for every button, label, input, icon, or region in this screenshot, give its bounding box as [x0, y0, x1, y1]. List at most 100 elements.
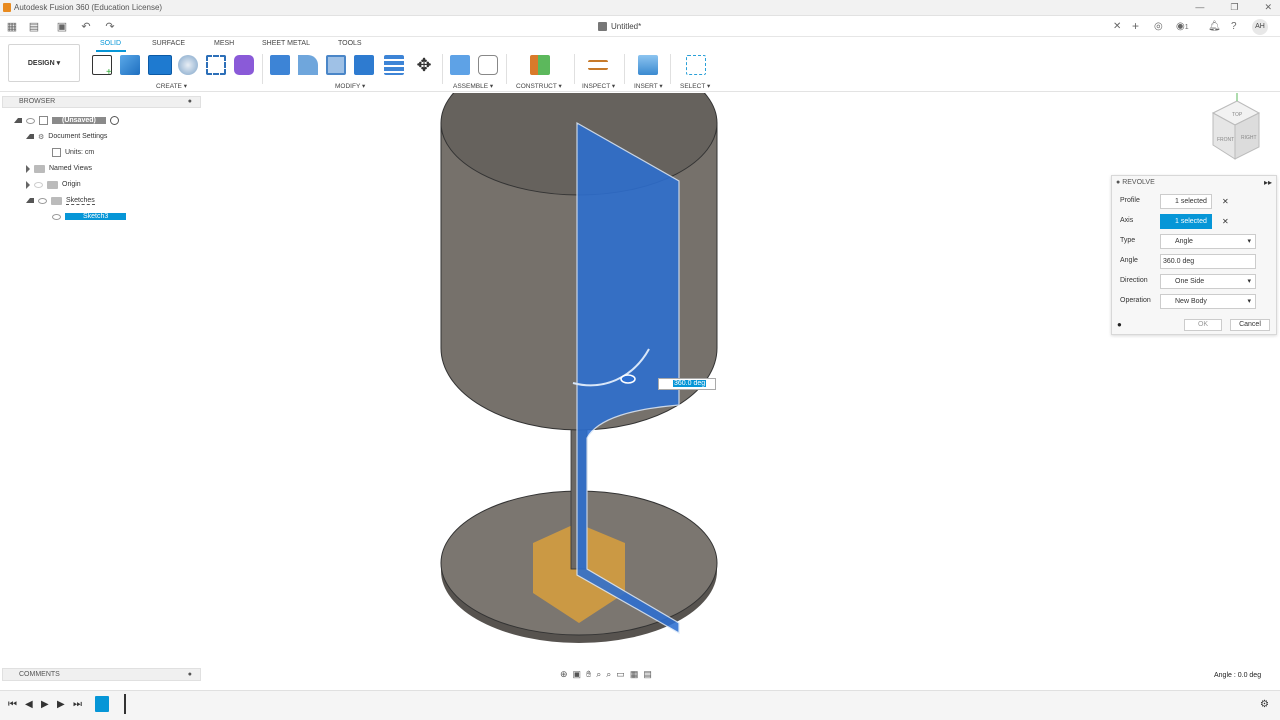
notifications-icon[interactable]: 🔔︎	[1208, 21, 1221, 32]
step-back-icon[interactable]: ◀︎	[25, 699, 33, 710]
close-tab-icon[interactable]: ✕	[1113, 21, 1121, 32]
extensions-icon[interactable]: ◎	[1154, 21, 1163, 32]
info-icon[interactable]: ●	[1117, 320, 1122, 329]
collapse-icon[interactable]	[14, 118, 22, 123]
activate-radio-icon[interactable]	[109, 116, 119, 125]
play-icon[interactable]: ▶︎	[41, 699, 49, 710]
browser-item-root[interactable]: (Unsaved)	[14, 114, 119, 127]
undo-icon[interactable]: ↶	[80, 21, 92, 33]
step-forward-icon[interactable]: ▶︎	[57, 699, 65, 710]
go-to-end-icon[interactable]: ⏭	[73, 699, 82, 710]
measure-icon[interactable]	[588, 60, 608, 70]
press-pull-icon[interactable]	[270, 55, 290, 75]
angle-input[interactable]: 360.0 deg	[1160, 254, 1256, 269]
expand-icon[interactable]	[26, 180, 30, 189]
visibility-eye-icon[interactable]	[38, 197, 47, 204]
browser-pin-icon[interactable]: ●	[188, 97, 192, 107]
construct-group-label[interactable]: CONSTRUCT ▾	[516, 82, 562, 90]
move-icon[interactable]: ✥	[414, 55, 434, 75]
redo-icon[interactable]: ↷	[104, 21, 116, 33]
offset-face-icon[interactable]	[384, 55, 404, 75]
inspect-group-label[interactable]: INSPECT ▾	[582, 82, 615, 90]
fillet-icon[interactable]	[298, 55, 318, 75]
profile-selector[interactable]: 1 selected	[1160, 194, 1212, 209]
select-box-icon[interactable]	[686, 55, 706, 75]
restore-icon[interactable]: ❐	[1230, 2, 1238, 13]
look-at-icon[interactable]: ▣	[573, 669, 582, 683]
new-component-icon[interactable]	[450, 55, 470, 75]
select-group-label[interactable]: SELECT ▾	[680, 82, 710, 90]
save-icon[interactable]: ▣	[56, 21, 68, 33]
assemble-group-label[interactable]: ASSEMBLE ▾	[453, 82, 493, 90]
tab-surface[interactable]: SURFACE	[152, 40, 185, 47]
clear-profile-icon[interactable]: ✕	[1222, 197, 1229, 206]
file-icon[interactable]: ▤	[28, 21, 40, 33]
browser-item-sketches[interactable]: Sketches	[26, 194, 95, 207]
pattern-icon[interactable]	[206, 55, 226, 75]
help-icon[interactable]: ?	[1231, 21, 1237, 32]
hidden-eye-icon[interactable]	[34, 181, 43, 188]
create-group-label[interactable]: CREATE ▾	[156, 82, 187, 90]
tab-sheet-metal[interactable]: SHEET METAL	[262, 40, 310, 47]
extrude-icon[interactable]	[120, 55, 140, 75]
timeline-sketch-item[interactable]	[95, 696, 109, 712]
insert-image-icon[interactable]	[638, 55, 658, 75]
combine-icon[interactable]	[354, 55, 374, 75]
collapse-icon[interactable]	[26, 198, 34, 203]
clear-axis-icon[interactable]: ✕	[1222, 217, 1229, 226]
collapse-icon[interactable]	[26, 134, 34, 139]
zoom-icon[interactable]: ⌕	[596, 669, 601, 683]
visibility-eye-icon[interactable]	[26, 117, 35, 124]
close-window-icon[interactable]: ✕	[1264, 2, 1272, 13]
document-tab[interactable]: Untitled*	[598, 22, 641, 31]
go-to-start-icon[interactable]: ⏮	[8, 699, 17, 710]
browser-header[interactable]: BROWSER ●	[2, 96, 201, 108]
pan-icon[interactable]: ✋︎	[586, 669, 591, 683]
create-sketch-icon[interactable]: +	[92, 55, 112, 78]
display-settings-icon[interactable]: ▭	[616, 669, 625, 683]
expand-dialog-icon[interactable]: ▸▸	[1264, 178, 1272, 187]
browser-title: BROWSER	[19, 98, 56, 105]
workspace-switcher[interactable]: DESIGN ▾	[8, 44, 80, 82]
ok-button[interactable]: OK	[1184, 319, 1222, 331]
job-status-icon[interactable]: ◉1	[1176, 21, 1189, 32]
insert-group-label[interactable]: INSERT ▾	[634, 82, 663, 90]
angle-dimension-input[interactable]: 360.0 deg	[658, 378, 716, 390]
tab-tools[interactable]: TOOLS	[338, 40, 362, 47]
fit-icon[interactable]: ⌕	[606, 669, 611, 683]
new-tab-icon[interactable]: +	[1132, 19, 1139, 33]
orbit-icon[interactable]: ⊕	[560, 669, 568, 683]
browser-item-origin[interactable]: Origin	[26, 178, 81, 191]
viewports-icon[interactable]: ▤	[643, 669, 652, 683]
tab-solid[interactable]: SOLID	[100, 40, 121, 47]
browser-item-sketch3[interactable]: Sketch3	[52, 210, 127, 223]
comments-panel[interactable]: COMMENTS ●	[2, 668, 201, 681]
revolve-icon[interactable]	[148, 55, 172, 75]
timeline-marker[interactable]	[124, 694, 126, 714]
browser-item-units[interactable]: Units: cm	[52, 146, 94, 159]
comments-pin-icon[interactable]: ●	[188, 669, 192, 680]
grid-menu-icon[interactable]: ▦	[6, 21, 18, 33]
direction-dropdown[interactable]: One Side ▾	[1160, 274, 1256, 289]
minimize-icon[interactable]: —	[1195, 2, 1204, 13]
browser-item-document-settings[interactable]: ⚙ Document Settings	[26, 130, 107, 143]
offset-plane-icon[interactable]	[530, 55, 550, 75]
shell-icon[interactable]	[326, 55, 346, 75]
joint-icon[interactable]	[478, 55, 498, 75]
view-cube[interactable]: TOP FRONT RIGHT	[1211, 93, 1261, 160]
visibility-eye-icon[interactable]	[52, 213, 61, 220]
expand-icon[interactable]	[26, 164, 30, 173]
user-avatar[interactable]: AH	[1252, 19, 1268, 35]
modify-group-label[interactable]: MODIFY ▾	[335, 82, 365, 90]
cancel-button[interactable]: Cancel	[1230, 319, 1270, 331]
angle-manipulator-handle[interactable]	[620, 374, 636, 384]
browser-item-named-views[interactable]: Named Views	[26, 162, 92, 175]
tab-mesh[interactable]: MESH	[214, 40, 234, 47]
hole-icon[interactable]	[178, 55, 198, 75]
timeline-settings-gear-icon[interactable]: ⚙	[1260, 699, 1269, 710]
create-form-icon[interactable]	[234, 55, 254, 75]
operation-dropdown[interactable]: New Body ▾	[1160, 294, 1256, 309]
axis-selector[interactable]: 1 selected	[1160, 214, 1212, 229]
type-dropdown[interactable]: Angle ▾	[1160, 234, 1256, 249]
grid-settings-icon[interactable]: ▦	[630, 669, 639, 683]
